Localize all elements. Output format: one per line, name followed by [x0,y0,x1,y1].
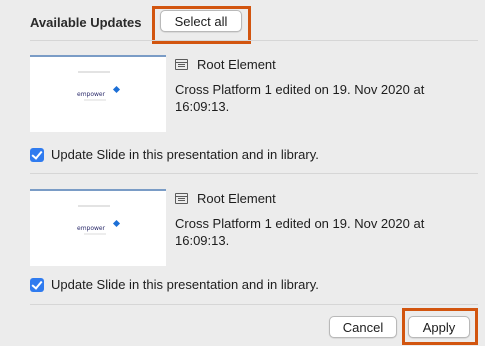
divider [30,304,478,305]
logo-mark-icon [112,219,121,228]
update-slide-checkbox[interactable] [30,148,44,162]
thumbnail-logo-text: empower [77,91,106,98]
dialog-title: Available Updates [30,15,142,30]
checkbox-label[interactable]: Update Slide in this presentation and in… [51,147,319,162]
divider [30,173,478,174]
thumbnail-heading-line [78,71,110,73]
update-description: Cross Platform 1 edited on 19. Nov 2020 … [175,216,425,248]
element-icon [175,59,188,70]
slide-thumbnail[interactable]: empower [30,189,166,266]
element-label: Root Element [197,191,276,206]
list-item: empower Root Element Cross Platform 1 ed… [0,55,485,185]
element-icon [175,193,188,204]
checkbox-label[interactable]: Update Slide in this presentation and in… [51,277,319,292]
logo-mark-icon [112,85,121,94]
thumbnail-logo-text: empower [77,225,106,232]
update-slide-checkbox[interactable] [30,278,44,292]
element-label: Root Element [197,57,276,72]
slide-thumbnail[interactable]: empower [30,55,166,132]
divider [30,40,478,41]
thumbnail-heading-line [78,205,110,207]
thumbnail-sub-line [84,99,106,101]
apply-highlight [402,308,478,345]
update-description: Cross Platform 1 edited on 19. Nov 2020 … [175,82,425,114]
list-item: empower Root Element Cross Platform 1 ed… [0,189,485,319]
dialog-header: Available Updates Select all [0,0,485,44]
thumbnail-sub-line [84,233,106,235]
cancel-button[interactable]: Cancel [329,316,397,338]
select-all-highlight [152,6,251,44]
available-updates-dialog: Available Updates Select all empower Roo… [0,0,485,346]
